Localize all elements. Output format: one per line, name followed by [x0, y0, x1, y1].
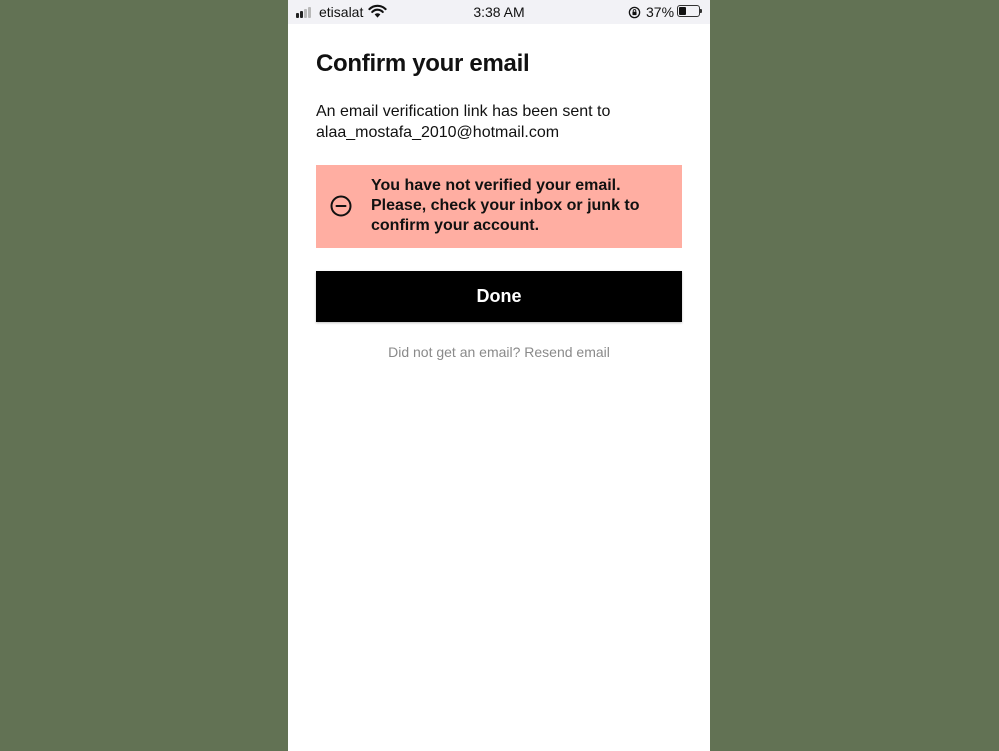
- email-address: alaa_mostafa_2010@hotmail.com: [316, 124, 560, 141]
- battery-percent: 37%: [646, 4, 675, 20]
- orientation-lock-icon: [628, 6, 641, 19]
- verification-message: An email verification link has been sent…: [316, 101, 696, 143]
- phone-screen: etisalat 3:38 AM 37% Confirm your email …: [288, 0, 710, 751]
- status-bar: etisalat 3:38 AM 37%: [288, 0, 710, 24]
- unverified-alert: You have not verified your email. Please…: [316, 165, 682, 248]
- message-text: An email verification link has been sent…: [316, 103, 611, 120]
- page-title: Confirm your email: [316, 50, 530, 77]
- resend-email-link[interactable]: Did not get an email? Resend email: [288, 344, 710, 360]
- minus-circle-icon: [330, 195, 352, 217]
- alert-text: You have not verified your email. Please…: [371, 177, 640, 234]
- battery-icon: [677, 5, 702, 17]
- done-button[interactable]: Done: [316, 271, 682, 322]
